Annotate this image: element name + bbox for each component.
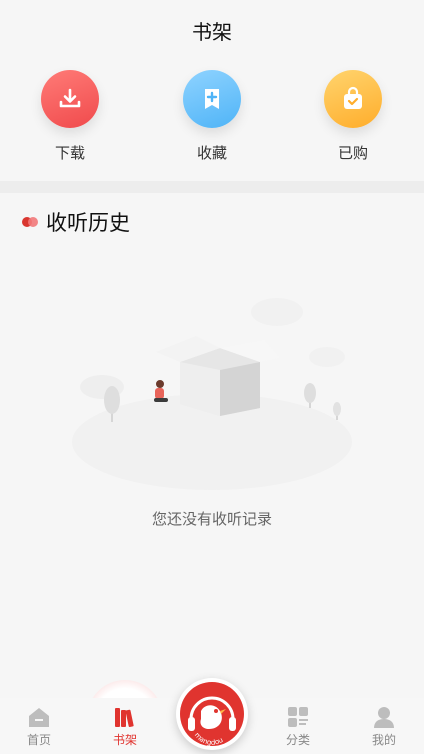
download-button[interactable]: 下载: [20, 70, 120, 163]
home-icon: [26, 704, 52, 730]
user-icon: [371, 704, 397, 730]
tab-category-label: 分类: [285, 733, 310, 747]
tab-bookshelf[interactable]: 书架: [87, 680, 163, 754]
empty-state-illustration: [62, 292, 362, 502]
section-divider: [0, 181, 424, 193]
quick-actions: 下载 收藏 已购: [0, 66, 424, 176]
bookmark-plus-icon: [183, 70, 241, 128]
header: 书架: [0, 0, 424, 60]
tab-me[interactable]: 我的: [354, 704, 414, 748]
page-title: 书架: [192, 19, 232, 44]
tab-category[interactable]: 分类: [268, 704, 328, 748]
tab-home[interactable]: 首页: [9, 704, 69, 748]
history-section-title: 收听历史: [22, 207, 130, 237]
download-label: 下载: [54, 144, 85, 162]
download-icon: [41, 70, 99, 128]
mangdou-logo-icon: mangdou: [180, 682, 244, 747]
title-dots-icon: [22, 217, 40, 227]
purchased-label: 已购: [337, 144, 368, 162]
tab-bookshelf-label: 书架: [112, 733, 137, 747]
favorites-label: 收藏: [196, 144, 227, 162]
shopping-bag-check-icon: [324, 70, 382, 128]
history-title-text: 收听历史: [46, 211, 130, 235]
tab-home-label: 首页: [26, 733, 51, 747]
purchased-button[interactable]: 已购: [303, 70, 403, 163]
empty-state-text: 您还没有收听记录: [151, 510, 272, 528]
favorites-button[interactable]: 收藏: [162, 70, 262, 163]
player-button[interactable]: mangdou: [176, 678, 248, 750]
category-grid-icon: [285, 704, 311, 730]
bookshelf-icon: [112, 704, 138, 730]
tab-me-label: 我的: [371, 733, 396, 747]
